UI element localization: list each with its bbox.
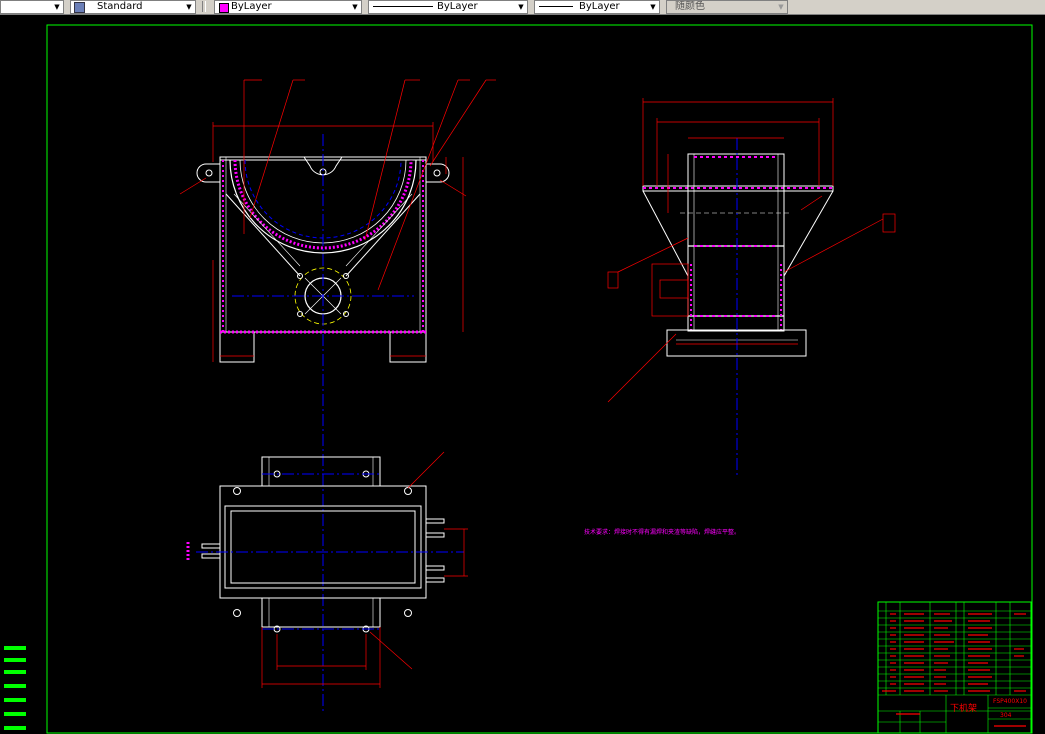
drawing-canvas[interactable]: 技术要求：焊接时不得有漏焊和夹渣等缺陷，焊缝应平整。 下机架 FSP400X10… <box>0 14 1045 734</box>
color-swatch <box>219 3 229 13</box>
edge-mark <box>4 658 26 662</box>
left-stud <box>201 543 221 549</box>
right-lug <box>426 163 450 183</box>
left-lug <box>196 163 220 183</box>
right-stud <box>425 518 445 524</box>
text-style-dropdown[interactable]: Standard ▼ <box>70 0 196 14</box>
edge-mark <box>4 670 26 674</box>
linetype-preview <box>373 6 433 7</box>
right-stud <box>425 565 445 571</box>
linetype-value: ByLayer <box>437 1 478 12</box>
parts-list-text <box>882 613 1026 692</box>
edge-mark <box>4 684 26 688</box>
title-block-name: 下机架 <box>950 704 978 714</box>
left-foot <box>219 331 255 363</box>
leader <box>607 333 677 403</box>
side-body <box>687 153 785 332</box>
toolbar-separator <box>202 1 206 12</box>
leader <box>800 195 823 211</box>
chevron-down-icon: ▼ <box>650 3 656 11</box>
leader <box>407 451 445 489</box>
side-body-inner <box>693 153 779 332</box>
side-view <box>607 98 896 476</box>
front-view <box>179 79 496 714</box>
plot-style-value: 随颜色 <box>675 1 705 12</box>
chevron-down-icon: ▼ <box>518 3 524 11</box>
leader <box>377 79 459 291</box>
color-dropdown[interactable]: ByLayer ▼ <box>214 0 362 14</box>
right-stud <box>425 532 445 538</box>
leader <box>249 79 294 219</box>
side-gusset <box>783 190 834 277</box>
lineweight-value: ByLayer <box>579 1 620 12</box>
left-lug-hole <box>205 169 213 177</box>
top-flange-bottom <box>261 597 381 628</box>
side-gusset <box>642 190 689 277</box>
edge-mark <box>4 712 26 716</box>
leader <box>369 631 413 670</box>
dropdown-stub[interactable]: ▼ <box>0 0 64 14</box>
chevron-down-icon: ▼ <box>352 3 358 11</box>
right-lug-hole <box>433 169 441 177</box>
side-top-flange <box>642 185 834 192</box>
title-block-drawing-number: FSP400X10 <box>993 698 1027 705</box>
mount-hole <box>233 487 241 495</box>
leader <box>429 79 487 167</box>
rib-right-2 <box>345 193 413 267</box>
left-stud <box>201 553 221 559</box>
lineweight-dropdown[interactable]: ByLayer ▼ <box>534 0 660 14</box>
edge-mark <box>4 646 26 650</box>
dim-side-box <box>651 263 689 317</box>
lineweight-preview <box>539 6 573 7</box>
dia-leader <box>439 179 467 197</box>
rib-right <box>345 193 421 277</box>
dim-side-box-2 <box>659 279 689 299</box>
mount-hole <box>233 609 241 617</box>
plot-style-dropdown[interactable]: 随颜色 ▼ <box>666 0 788 14</box>
text-style-icon <box>74 2 85 13</box>
chevron-down-icon: ▼ <box>778 3 784 11</box>
mount-hole <box>404 487 412 495</box>
balloon <box>882 213 896 233</box>
leader <box>783 218 884 273</box>
balloon-7 <box>607 271 619 289</box>
leader <box>617 237 689 273</box>
edge-mark <box>4 726 26 730</box>
chevron-down-icon: ▼ <box>54 3 60 11</box>
sheet-border <box>46 24 1033 734</box>
technical-note: 技术要求：焊接时不得有漏焊和夹渣等缺陷，焊缝应平整。 <box>584 529 741 536</box>
linetype-dropdown[interactable]: ByLayer ▼ <box>368 0 528 14</box>
text-style-value: Standard <box>97 1 143 12</box>
rib-left <box>225 193 301 277</box>
mount-hole <box>404 609 412 617</box>
properties-toolbar: ▼ Standard ▼ ByLayer ▼ ByLayer ▼ ByLayer… <box>0 0 1045 15</box>
right-stud <box>425 577 445 583</box>
color-value: ByLayer <box>231 1 272 12</box>
chevron-down-icon: ▼ <box>186 3 192 11</box>
top-flange-top <box>261 456 381 487</box>
right-foot <box>389 331 427 363</box>
dia-leader <box>179 177 207 195</box>
top-view <box>186 451 468 688</box>
cad-drawing <box>46 24 1033 734</box>
edge-mark <box>4 698 26 702</box>
parts-list-rows <box>878 602 1031 696</box>
title-block-material: 304 <box>1000 712 1012 719</box>
